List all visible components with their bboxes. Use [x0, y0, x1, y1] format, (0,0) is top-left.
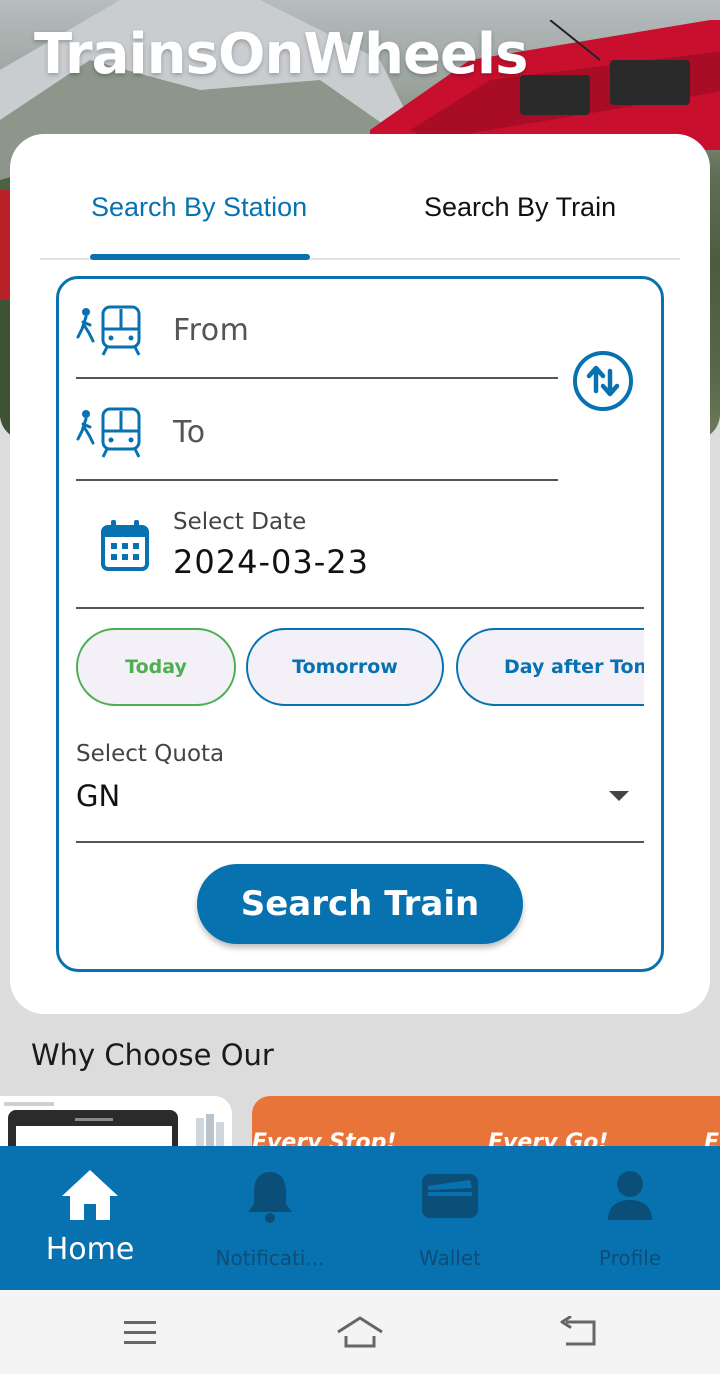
date-picker-field[interactable]: 2024-03-23: [173, 543, 369, 581]
nav-profile[interactable]: Profile: [540, 1146, 720, 1290]
to-field-underline: [76, 479, 558, 481]
person-icon: [608, 1171, 652, 1220]
quota-field-underline: [76, 841, 644, 843]
bell-icon: [248, 1172, 292, 1223]
nav-home[interactable]: Home: [0, 1146, 180, 1290]
home-icon: [62, 1170, 118, 1220]
nav-home-label: Home: [45, 1232, 135, 1267]
to-station-icon: [76, 407, 141, 458]
system-navigation-bar: [0, 1290, 720, 1374]
date-field-underline: [76, 607, 644, 609]
home-system-icon[interactable]: [334, 1314, 386, 1350]
select-quota-label: Select Quota: [76, 741, 225, 767]
wallet-icon: [422, 1174, 478, 1218]
nav-notifications-label: Notificati...: [215, 1246, 325, 1270]
nav-notifications[interactable]: Notificati...: [180, 1146, 360, 1290]
why-choose-heading: Why Choose Our: [31, 1038, 274, 1072]
tab-search-by-train[interactable]: Search By Train: [424, 192, 616, 223]
nav-wallet[interactable]: Wallet: [360, 1146, 540, 1290]
search-form: From To Select Date 2024-03-23 Today Tom…: [56, 276, 664, 972]
dropdown-arrow-icon[interactable]: [609, 791, 629, 801]
search-train-button[interactable]: Search Train: [197, 864, 523, 944]
nav-wallet-label: Wallet: [418, 1246, 481, 1270]
from-field-underline: [76, 377, 558, 379]
chip-tomorrow[interactable]: Tomorrow: [246, 628, 444, 706]
chip-today[interactable]: Today: [76, 628, 236, 706]
swap-stations-button[interactable]: [573, 351, 633, 411]
bottom-navigation: Home Notificati... Wallet Profile: [0, 1146, 720, 1290]
nav-profile-label: Profile: [598, 1246, 662, 1270]
quota-dropdown[interactable]: GN: [76, 779, 120, 813]
search-card: Search By Station Search By Train From T…: [10, 134, 710, 1014]
to-field[interactable]: To: [173, 415, 206, 450]
app-title: TrainsOnWheels: [34, 22, 528, 87]
swap-icon: [586, 365, 620, 397]
from-field[interactable]: From: [173, 313, 249, 348]
active-tab-indicator: [90, 254, 310, 260]
from-station-icon: [76, 305, 141, 356]
chip-day-after-tomorrow[interactable]: Day after Tomorrow: [456, 628, 644, 706]
select-date-label: Select Date: [173, 509, 307, 535]
quick-date-chips: Today Tomorrow Day after Tomorrow: [76, 626, 644, 710]
search-tabs: Search By Station Search By Train: [40, 134, 680, 260]
calendar-icon: [101, 520, 149, 571]
back-icon[interactable]: [558, 1316, 602, 1350]
recent-apps-icon[interactable]: [121, 1318, 161, 1348]
tab-search-by-station[interactable]: Search By Station: [91, 192, 307, 223]
